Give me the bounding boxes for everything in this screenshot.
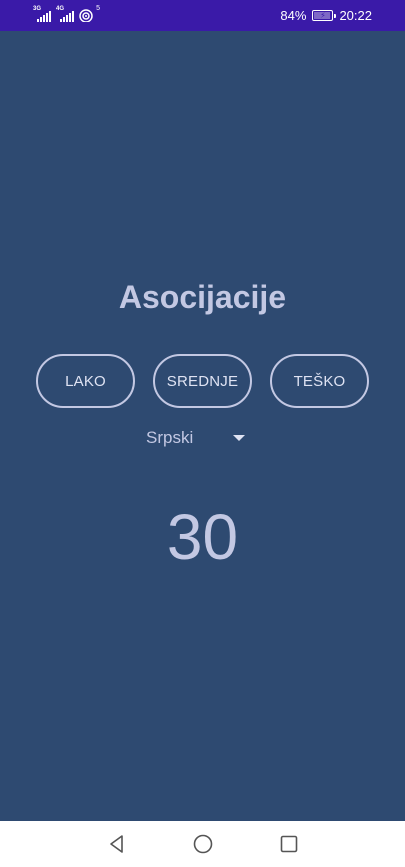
hard-button[interactable]: TEŠKO	[270, 354, 369, 408]
battery-percent: 84%	[280, 8, 307, 23]
easy-button[interactable]: LAKO	[36, 354, 135, 408]
home-icon[interactable]	[190, 831, 216, 857]
cell-signal-icon: 3G	[33, 6, 51, 22]
wifi-icon: 5	[79, 5, 100, 23]
battery-charging-icon: ⚡	[312, 10, 337, 21]
timer-value: 30	[166, 501, 239, 573]
navigation-bar	[0, 821, 405, 867]
status-left: 3G 4G 5	[33, 5, 100, 23]
cell-signal-icon: 4G	[56, 6, 74, 22]
language-select-value: Srpski	[146, 428, 194, 447]
status-bar: 3G 4G 5 84% ⚡ 20:22	[0, 0, 405, 31]
back-icon[interactable]	[104, 831, 130, 857]
medium-button[interactable]: SREDNJE	[153, 354, 252, 408]
language-select[interactable]: Srpski	[146, 426, 250, 450]
status-right: 84% ⚡ 20:22	[280, 8, 372, 23]
app-screen: Asocijacije LAKO SREDNJE TEŠKO Srpski 30	[0, 31, 405, 821]
status-time: 20:22	[339, 8, 372, 23]
chevron-down-icon	[233, 435, 245, 441]
page-title: Asocijacije	[118, 279, 287, 315]
wifi-badge: 5	[96, 5, 100, 12]
recents-icon[interactable]	[276, 831, 302, 857]
difficulty-buttons: LAKO SREDNJE TEŠKO	[36, 354, 369, 408]
